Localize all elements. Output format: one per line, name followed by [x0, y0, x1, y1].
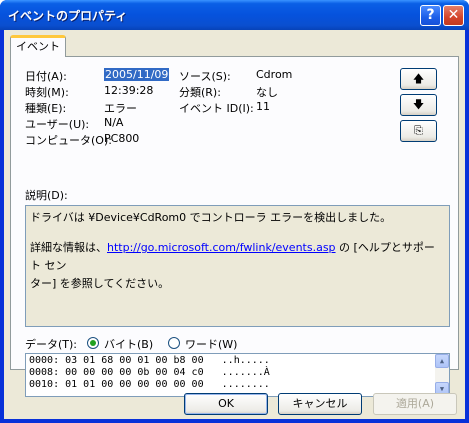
description-line-2-prefix: 詳細な情報は、: [30, 241, 107, 254]
user-value[interactable]: N/A: [104, 116, 123, 129]
next-event-button[interactable]: 🡇: [400, 94, 437, 116]
data-line: 0010: 01 01 00 00 00 00 00 00 ........: [29, 379, 270, 390]
category-label: 分類(R):: [179, 86, 221, 99]
event-id-value[interactable]: 11: [256, 100, 270, 113]
ok-button[interactable]: OK: [184, 393, 268, 415]
category-value[interactable]: なし: [256, 84, 278, 100]
help-button[interactable]: ?: [420, 5, 441, 26]
data-line: 0000: 03 01 68 00 01 00 b8 00 ..h.....: [29, 355, 270, 366]
cancel-button[interactable]: キャンセル: [278, 393, 362, 415]
data-hex-viewer[interactable]: 0000: 03 01 68 00 01 00 b8 00 ..h..... 0…: [25, 353, 450, 397]
previous-event-button[interactable]: 🡅: [400, 68, 437, 90]
arrow-down-icon: 🡇: [412, 98, 425, 111]
time-value[interactable]: 12:39:28: [104, 84, 153, 97]
event-id-label: イベント ID(I):: [179, 102, 254, 115]
window-title: イベントのプロパティ: [8, 9, 128, 23]
close-button[interactable]: ✕: [443, 5, 464, 26]
type-value[interactable]: エラー: [104, 100, 137, 116]
apply-button[interactable]: 適用(A): [373, 393, 457, 415]
user-label: ユーザー(U):: [25, 118, 90, 131]
computer-label: コンピュータ(O):: [25, 134, 112, 147]
event-tab-panel: 日付(A): 2005/11/09 ソース(S): Cdrom 時刻(M): 1…: [10, 56, 459, 397]
description-line-2: 詳細な情報は、http://go.microsoft.com/fwlink/ev…: [30, 239, 445, 275]
time-label: 時刻(M):: [25, 86, 69, 99]
type-label: 種類(E):: [25, 102, 67, 115]
title-bar[interactable]: イベントのプロパティ ? ✕: [0, 0, 469, 30]
tab-event[interactable]: イベント: [10, 35, 66, 57]
description-label: 説明(D):: [25, 189, 68, 202]
date-value[interactable]: 2005/11/09: [104, 68, 170, 81]
description-line-1: ドライバは ¥Device¥CdRom0 でコントローラ エラーを検出しました。: [30, 211, 392, 224]
bytes-radio[interactable]: [87, 337, 99, 349]
computer-value[interactable]: PC800: [104, 132, 139, 145]
bytes-radio-label[interactable]: バイト(B): [104, 336, 153, 352]
date-label: 日付(A):: [25, 70, 67, 83]
description-textbox[interactable]: ドライバは ¥Device¥CdRom0 でコントローラ エラーを検出しました。…: [25, 205, 450, 327]
copy-icon: ⎘: [414, 124, 423, 137]
arrow-up-icon: 🡅: [412, 72, 425, 85]
words-radio-label[interactable]: ワード(W): [185, 336, 237, 352]
data-scrollbar[interactable]: ▲ ▼: [435, 354, 449, 396]
event-properties-window: イベントのプロパティ ? ✕ イベント 日付(A): 2005/11/09 ソー…: [0, 0, 469, 423]
data-label: データ(T):: [25, 338, 78, 351]
source-label: ソース(S):: [179, 70, 231, 83]
dialog-client-area: イベント 日付(A): 2005/11/09 ソース(S): Cdrom 時刻(…: [4, 30, 465, 419]
copy-button[interactable]: ⎘: [400, 120, 437, 142]
scroll-up-icon[interactable]: ▲: [435, 354, 449, 368]
help-link[interactable]: http://go.microsoft.com/fwlink/events.as…: [107, 241, 336, 254]
description-line-3: ター] を参照してください。: [30, 277, 170, 290]
words-radio[interactable]: [168, 337, 180, 349]
data-line: 0008: 00 00 00 00 0b 00 04 c0 .......À: [29, 367, 270, 378]
source-value[interactable]: Cdrom: [256, 68, 292, 81]
